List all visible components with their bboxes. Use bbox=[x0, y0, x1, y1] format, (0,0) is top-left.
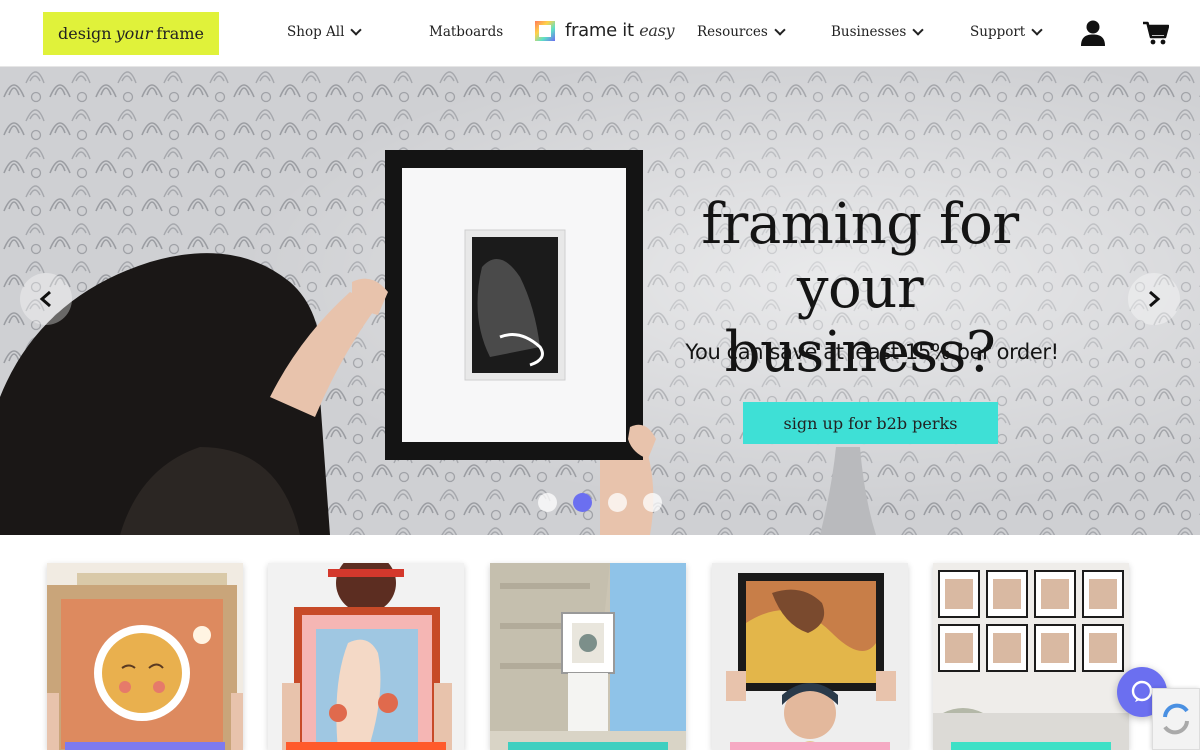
chevron-down-icon bbox=[1031, 23, 1043, 36]
top-navigation: design your frame Shop All Matboards fra… bbox=[0, 0, 1200, 67]
design-your-frame-button[interactable]: design your frame bbox=[43, 12, 219, 55]
hero-heading-line-2: your business? bbox=[724, 256, 996, 385]
carousel-dot-3[interactable] bbox=[608, 493, 627, 512]
nav-shop-all[interactable]: Shop All bbox=[287, 23, 363, 40]
nav-matboards[interactable]: Matboards bbox=[429, 24, 503, 40]
carousel-prev-button[interactable] bbox=[20, 273, 72, 325]
logo-text-main: frame it bbox=[565, 20, 634, 41]
category-card-1[interactable] bbox=[47, 563, 243, 750]
chevron-right-icon bbox=[1149, 290, 1161, 308]
recaptcha-badge bbox=[1152, 688, 1200, 750]
logo-icon bbox=[535, 20, 555, 41]
nav-support[interactable]: Support bbox=[970, 23, 1043, 40]
card-image-sun-frame bbox=[47, 563, 243, 750]
card-color-band bbox=[65, 742, 225, 750]
category-card-2[interactable] bbox=[268, 563, 464, 750]
card-color-band bbox=[951, 742, 1111, 750]
category-card-4[interactable] bbox=[712, 563, 908, 750]
nav-businesses-label: Businesses bbox=[831, 24, 907, 40]
user-icon[interactable] bbox=[1081, 20, 1105, 46]
brand-text-em: your bbox=[115, 24, 153, 43]
card-color-band bbox=[730, 742, 890, 750]
b2b-signup-button[interactable]: sign up for b2b perks bbox=[743, 402, 998, 444]
hero-heading-line-1: framing for bbox=[701, 192, 1019, 257]
carousel-next-button[interactable] bbox=[1128, 273, 1180, 325]
category-card-3[interactable] bbox=[490, 563, 686, 750]
logo-text-em: easy bbox=[639, 21, 675, 40]
card-image-black-frame bbox=[712, 563, 908, 750]
hero-carousel: framing for your business? You can save … bbox=[0, 67, 1200, 535]
nav-resources-label: Resources bbox=[697, 24, 768, 40]
nav-support-label: Support bbox=[970, 24, 1026, 40]
card-image-pink-frame bbox=[268, 563, 464, 750]
chevron-down-icon bbox=[774, 23, 786, 36]
carousel-dot-2[interactable] bbox=[573, 493, 592, 512]
nav-businesses[interactable]: Businesses bbox=[831, 23, 924, 40]
hero-subheading: You can save at least 15% per order! bbox=[685, 340, 1059, 364]
card-image-outdoor-frame bbox=[490, 563, 686, 750]
cart-icon[interactable] bbox=[1143, 21, 1169, 45]
chevron-left-icon bbox=[39, 290, 51, 308]
brand-text-pre: design bbox=[58, 24, 112, 43]
chevron-down-icon bbox=[912, 23, 924, 36]
brand-text-post: frame bbox=[156, 24, 204, 43]
nav-matboards-label: Matboards bbox=[429, 24, 504, 40]
chevron-down-icon bbox=[350, 23, 363, 36]
frame-it-easy-logo[interactable]: frame it easy bbox=[535, 20, 675, 41]
card-color-band bbox=[508, 742, 668, 750]
card-color-band bbox=[286, 742, 446, 750]
nav-resources[interactable]: Resources bbox=[697, 23, 786, 40]
recaptcha-icon bbox=[1163, 703, 1189, 735]
logo-text: frame it easy bbox=[565, 20, 675, 41]
card-image-gallery-wall bbox=[933, 563, 1129, 750]
chat-bubble-icon bbox=[1131, 680, 1153, 702]
nav-shop-all-label: Shop All bbox=[287, 24, 345, 40]
carousel-dot-4[interactable] bbox=[643, 493, 662, 512]
carousel-dot-1[interactable] bbox=[538, 493, 557, 512]
carousel-pagination bbox=[538, 493, 662, 512]
category-card-5[interactable] bbox=[933, 563, 1129, 750]
